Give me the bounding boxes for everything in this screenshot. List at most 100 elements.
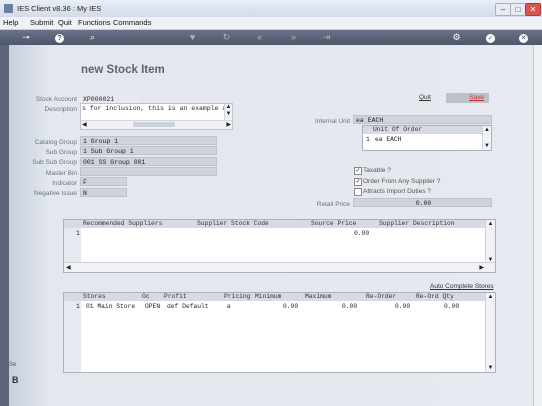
sub-sub-group-field[interactable]: 001 SS Group 001 (80, 157, 217, 166)
suppliers-row-price[interactable]: 0.00 (354, 230, 369, 238)
indicator-field[interactable]: F (80, 177, 127, 186)
unit-of-order-row-value[interactable]: ea EACH (375, 136, 401, 144)
save-button-box[interactable]: Save (446, 93, 489, 103)
stores-col-stores: Stores (83, 293, 106, 300)
menu-quit[interactable]: Quit (58, 18, 72, 27)
scroll-up-icon[interactable]: ▲ (225, 104, 232, 111)
stock-account-field[interactable]: XP000021 (80, 94, 140, 103)
toolbar: ⊸ ? ⌕ ♥ ↻ « » ⇥ ⚙ ✓ ✕ (0, 30, 542, 45)
suppliers-col-stock-code: Supplier Stock Code (197, 220, 269, 227)
stores-col-maximum: Maximum (305, 293, 332, 300)
hscroll-thumb[interactable] (133, 122, 175, 127)
stores-vscroll[interactable]: ▲ ▼ (485, 293, 495, 372)
scroll-down-icon[interactable]: ▼ (486, 365, 495, 371)
key-icon[interactable]: ⊸ (18, 31, 34, 44)
save-button[interactable]: Save (469, 94, 484, 101)
auto-complete-stores-link[interactable]: Auto Complete Stores (430, 283, 494, 290)
taxable-label: Taxable ? (363, 167, 391, 174)
suppliers-grid: Recommended Suppliers Supplier Stock Cod… (63, 219, 496, 273)
stores-row-profit[interactable]: def Default (167, 303, 209, 311)
stores-row-maximum[interactable]: 0.00 (342, 303, 357, 311)
description-vscroll[interactable]: ▲ ▼ (224, 104, 232, 121)
suppliers-col-description: Supplier Description (379, 220, 455, 227)
refresh-icon[interactable]: ↻ (220, 31, 233, 44)
stores-row-store[interactable]: 01 Main Store (86, 303, 135, 311)
close-window-button[interactable]: ✕ (525, 3, 541, 16)
description-hscroll[interactable]: ◀ ▶ (81, 120, 232, 129)
retail-price-label: Retail Price (316, 201, 350, 208)
suppliers-header-row: Recommended Suppliers Supplier Stock Cod… (64, 220, 487, 228)
rewind-icon[interactable]: « (253, 31, 266, 44)
check-icon[interactable]: ✓ (484, 31, 497, 44)
stores-row-oc[interactable]: OPEN (145, 303, 160, 311)
title-bar: IES Client v8.36 : My IES – □ ✕ (0, 0, 542, 18)
menu-submit[interactable]: Submit (30, 18, 53, 27)
window-title: IES Client v8.36 : My IES (17, 4, 102, 13)
side-icon: B (12, 375, 19, 385)
maximize-button[interactable]: □ (510, 3, 526, 16)
end-icon[interactable]: ⇥ (320, 31, 333, 44)
scroll-up-icon[interactable]: ▲ (483, 127, 491, 133)
order-from-any-supplier-checkbox[interactable]: ✓ (354, 178, 362, 186)
suppliers-col-source-price: Source Price (311, 220, 357, 227)
indicator-label: Indicator (52, 180, 77, 187)
side-text: Se (9, 362, 17, 368)
stores-col-pricing: Pricing (224, 293, 251, 300)
stores-row-minimum[interactable]: 0.00 (283, 303, 298, 311)
scroll-left-icon[interactable]: ◀ (82, 121, 87, 128)
help-icon[interactable]: ? (53, 31, 66, 44)
search-icon[interactable]: ⌕ (86, 31, 99, 44)
menu-functions[interactable]: Functions (78, 18, 111, 27)
unit-of-order-header: Unit Of Order (373, 126, 423, 133)
minimize-button[interactable]: – (495, 3, 511, 16)
unit-of-order-header-row: Unit Of Order (363, 126, 491, 134)
page-title: new Stock Item (81, 64, 165, 76)
master-bin-field[interactable] (80, 167, 217, 176)
stores-header-row: Stores Oc Profit Pricing Minimum Maximum… (64, 293, 487, 301)
scroll-up-icon[interactable]: ▲ (486, 221, 495, 227)
internal-unit-field[interactable]: ea EACH (353, 115, 492, 124)
description-field[interactable]: s for inclusion, this is an example only… (82, 105, 224, 112)
scroll-down-icon[interactable]: ▼ (225, 111, 232, 118)
catalog-group-label: Catalog Group (34, 139, 77, 146)
menu-bar: Help Submit Quit Functions Commands (0, 17, 542, 30)
fast-forward-icon[interactable]: » (287, 31, 300, 44)
stores-row-reorder[interactable]: 0.00 (395, 303, 410, 311)
scroll-right-icon[interactable]: ▶ (226, 121, 231, 128)
stores-row-num: 1 (76, 303, 80, 310)
negative-issue-label: Negative Issue (34, 190, 77, 197)
menu-help[interactable]: Help (3, 18, 18, 27)
suppliers-hscroll[interactable]: ◀ ▶ (64, 262, 495, 272)
stores-row-pricing[interactable]: a (227, 303, 231, 311)
settings-icon[interactable]: ⚙ (450, 31, 463, 44)
negative-issue-field[interactable]: N (80, 188, 127, 197)
unit-of-order-row-num: 1 (366, 136, 370, 143)
catalog-group-field[interactable]: 1 Group 1 (80, 136, 217, 145)
scroll-down-icon[interactable]: ▼ (483, 143, 491, 149)
scroll-up-icon[interactable]: ▲ (486, 294, 495, 300)
stock-account-label: Stock Account (35, 96, 77, 103)
unit-of-order-vscroll[interactable]: ▲ ▼ (482, 126, 491, 150)
stores-col-profit: Profit (164, 293, 187, 300)
heart-icon[interactable]: ♥ (186, 31, 199, 44)
description-box[interactable]: s for inclusion, this is an example only… (80, 103, 233, 130)
menu-commands[interactable]: Commands (113, 18, 151, 27)
stores-grid: Stores Oc Profit Pricing Minimum Maximum… (63, 292, 496, 373)
app-icon (4, 4, 13, 13)
sub-group-field[interactable]: 1 Sub Group 1 (80, 146, 217, 155)
attracts-import-duties-label: Attracts Import Duties ? (363, 188, 431, 195)
quit-link[interactable]: Quit (419, 94, 431, 101)
scroll-right-icon[interactable]: ▶ (479, 264, 484, 271)
retail-price-field[interactable]: 0.00 (353, 198, 492, 207)
internal-unit-label: Internal Unit (314, 118, 350, 125)
suppliers-row-num: 1 (76, 230, 80, 237)
stores-row-reord-qty[interactable]: 0.00 (444, 303, 459, 311)
taxable-checkbox[interactable]: ✓ (354, 167, 362, 175)
close-icon[interactable]: ✕ (517, 31, 530, 44)
attracts-import-duties-checkbox[interactable] (354, 188, 362, 196)
suppliers-col-recommended: Recommended Suppliers (83, 220, 163, 227)
sub-group-label: Sub Group (45, 149, 77, 156)
stores-col-reord-qty: Re-Ord Qty (416, 293, 454, 300)
scroll-left-icon[interactable]: ◀ (66, 264, 71, 271)
suppliers-vscroll[interactable]: ▲ ▼ (485, 220, 495, 264)
